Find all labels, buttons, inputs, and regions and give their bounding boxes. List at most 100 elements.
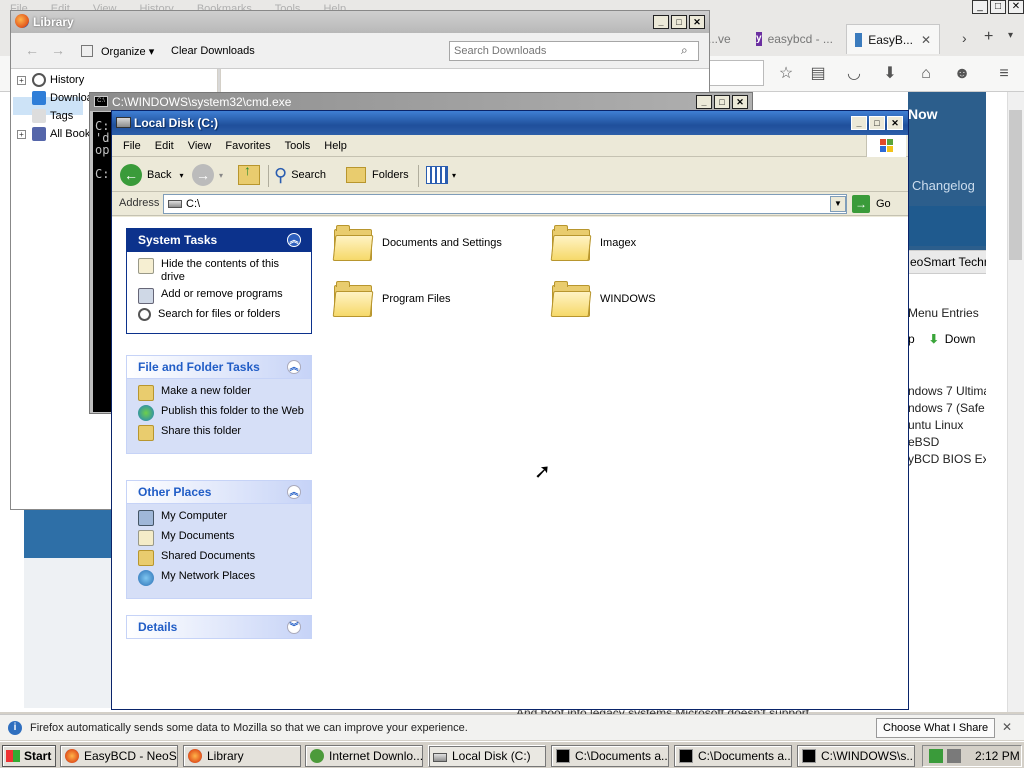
new-tab-icon[interactable]: + <box>984 28 993 46</box>
page-scrollbar-thumb[interactable] <box>1009 110 1022 260</box>
close-icon[interactable]: ✕ <box>887 116 903 130</box>
tab-list-icon[interactable]: ▾ <box>1008 30 1013 41</box>
collapse-icon[interactable]: ︽ <box>287 360 301 374</box>
task-documents-2[interactable]: C:\Documents a... <box>674 745 792 767</box>
hide-contents-link[interactable]: Hide the contents of this drive <box>138 258 305 284</box>
boot-entry[interactable]: untu Linux <box>908 418 986 432</box>
library-titlebar[interactable]: Library _ □ ✕ <box>11 11 709 33</box>
task-easybcd[interactable]: EasyBCD - NeoS... <box>60 745 178 767</box>
clock[interactable]: 2:12 PM <box>975 749 1020 763</box>
menu-favorites[interactable]: Favorites <box>225 140 270 152</box>
clear-downloads-button[interactable]: Clear Downloads <box>171 45 255 57</box>
search-downloads-input[interactable] <box>449 41 699 61</box>
task-documents-1[interactable]: C:\Documents a... <box>551 745 669 767</box>
search-button[interactable]: ⚲ Search <box>274 163 326 187</box>
cmd-titlebar[interactable]: C:\ C:\WINDOWS\system32\cmd.exe _ □ ✕ <box>90 93 752 111</box>
menu-help[interactable]: Help <box>324 140 347 152</box>
pocket-icon[interactable]: ◡ <box>844 64 864 84</box>
my-network-places-link[interactable]: My Network Places <box>138 570 305 586</box>
changelog-link[interactable]: Changelog <box>912 178 975 193</box>
explorer-titlebar[interactable]: Local Disk (C:) _ □ ✕ <box>112 111 908 135</box>
back-button[interactable]: ← Back ▾ <box>120 163 183 187</box>
share-folder-link[interactable]: Share this folder <box>138 425 305 441</box>
my-computer-link[interactable]: My Computer <box>138 510 305 526</box>
expand-icon[interactable]: + <box>17 129 26 139</box>
close-icon[interactable]: ✕ <box>732 95 748 109</box>
search-files-link[interactable]: Search for files or folders <box>138 308 305 321</box>
down-button[interactable]: Down <box>945 332 976 346</box>
minimize-icon[interactable]: _ <box>653 15 669 29</box>
file-folder-tasks-header[interactable]: File and Folder Tasks ︽ <box>126 355 312 379</box>
minimize-icon[interactable]: _ <box>972 0 988 14</box>
search-icon[interactable]: ⌕ <box>681 43 688 58</box>
folder-windows[interactable]: WINDOWS <box>550 281 656 317</box>
boot-entry[interactable]: yBCD BIOS Ext <box>908 452 986 466</box>
hamburger-menu-icon[interactable]: ≡ <box>994 64 1014 84</box>
folder-documents-and-settings[interactable]: Documents and Settings <box>332 225 502 261</box>
up-button[interactable]: p <box>908 332 915 346</box>
tray-icon-network[interactable] <box>929 749 943 763</box>
menu-tools[interactable]: Tools <box>285 140 311 152</box>
menu-edit[interactable]: Edit <box>155 140 174 152</box>
system-tasks-header[interactable]: System Tasks ︽ <box>126 228 312 252</box>
boot-entry[interactable]: ndows 7 (Safe I <box>908 401 986 415</box>
boot-entry[interactable]: eBSD <box>908 435 986 449</box>
views-button[interactable]: ▾ <box>426 163 456 187</box>
start-button[interactable]: Start <box>2 745 56 767</box>
maximize-icon[interactable]: □ <box>869 116 885 130</box>
choose-what-i-share-button[interactable]: Choose What I Share <box>876 718 996 738</box>
shared-documents-link[interactable]: Shared Documents <box>138 550 305 566</box>
library-item-history[interactable]: + History <box>17 73 84 87</box>
publish-folder-link[interactable]: Publish this folder to the Web <box>138 405 305 421</box>
forward-button[interactable]: → ▾ <box>192 163 223 187</box>
close-icon[interactable]: ✕ <box>1008 0 1024 14</box>
menu-file[interactable]: File <box>123 140 141 152</box>
collapse-icon[interactable]: ︽ <box>287 485 301 499</box>
minimize-icon[interactable]: _ <box>851 116 867 130</box>
forward-arrow-icon[interactable]: → <box>51 42 65 58</box>
firefox-tab-easybcd[interactable]: EasyB... ✕ <box>846 24 940 54</box>
expand-icon[interactable]: ︾ <box>287 620 301 634</box>
menu-view[interactable]: View <box>188 140 212 152</box>
other-places-header[interactable]: Other Places ︽ <box>126 480 312 504</box>
tab-scroll-right-icon[interactable]: › <box>962 30 967 46</box>
download-icon[interactable]: ⬇ <box>880 64 900 84</box>
boot-entry[interactable]: ndows 7 Ultima <box>908 384 986 398</box>
library-item-tags[interactable]: Tags <box>17 109 73 123</box>
back-arrow-icon[interactable]: ← <box>25 42 39 58</box>
bookmark-star-icon[interactable]: ☆ <box>776 64 796 84</box>
maximize-icon[interactable]: □ <box>671 15 687 29</box>
task-internet-download[interactable]: Internet Downlo... <box>305 745 423 767</box>
library-item-all-bookmarks[interactable]: + All Bookmarks <box>17 127 90 141</box>
reading-list-icon[interactable]: ▤ <box>808 64 828 84</box>
dropdown-arrow-icon[interactable]: ▾ <box>219 171 223 180</box>
home-icon[interactable]: ⌂ <box>916 64 936 84</box>
close-tab-icon[interactable]: ✕ <box>921 33 931 47</box>
add-remove-programs-link[interactable]: Add or remove programs <box>138 288 305 304</box>
expand-icon[interactable]: + <box>17 75 26 85</box>
go-button[interactable]: → Go <box>852 195 891 213</box>
my-documents-link[interactable]: My Documents <box>138 530 305 546</box>
maximize-icon[interactable]: □ <box>990 0 1006 14</box>
make-new-folder-link[interactable]: Make a new folder <box>138 385 305 401</box>
up-folder-button[interactable]: ↑ <box>238 162 260 187</box>
address-input[interactable]: C:\ <box>163 194 847 214</box>
folder-program-files[interactable]: Program Files <box>332 281 450 317</box>
minimize-icon[interactable]: _ <box>696 95 712 109</box>
organize-button[interactable]: Organize ▾ <box>101 45 154 58</box>
close-icon[interactable]: ✕ <box>1002 720 1012 734</box>
task-library[interactable]: Library <box>183 745 301 767</box>
close-icon[interactable]: ✕ <box>689 15 705 29</box>
task-cmd[interactable]: C:\WINDOWS\s... <box>797 745 915 767</box>
tray-icon-device[interactable] <box>947 749 961 763</box>
firefox-tab-easybcd-search[interactable]: y easybcd - ... <box>748 24 840 54</box>
dropdown-arrow-icon[interactable]: ▾ <box>179 171 183 180</box>
maximize-icon[interactable]: □ <box>714 95 730 109</box>
address-dropdown-icon[interactable]: ▼ <box>830 196 846 212</box>
hello-icon[interactable]: ☻ <box>952 64 972 84</box>
folders-button[interactable]: Folders <box>346 163 409 187</box>
task-local-disk[interactable]: Local Disk (C:) <box>428 745 546 767</box>
folder-imagex[interactable]: Imagex <box>550 225 636 261</box>
collapse-icon[interactable]: ︽ <box>287 233 301 247</box>
details-header[interactable]: Details ︾ <box>126 615 312 639</box>
